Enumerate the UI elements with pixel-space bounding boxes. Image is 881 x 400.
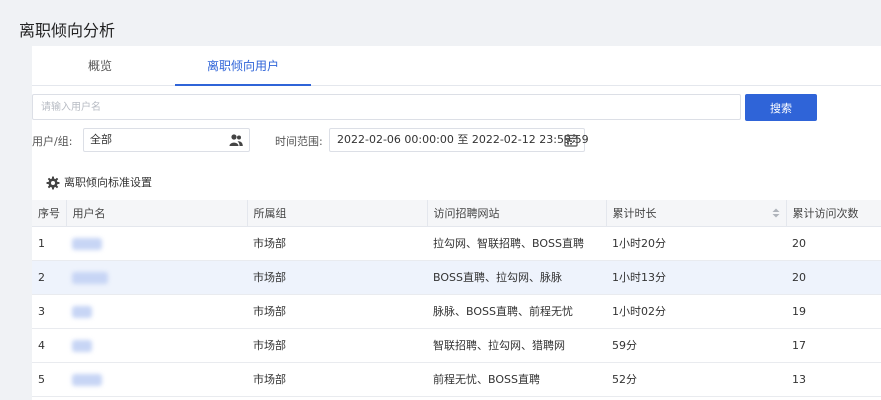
table-row[interactable]: 2 市场部 BOSS直聘、拉勾网、脉脉 1小时13分 20 [32,260,881,295]
cell-sites: 拉勾网、智联招聘、BOSS直聘 [427,226,606,261]
tab-overview[interactable]: 概览 [32,46,168,86]
search-input[interactable] [32,94,741,120]
redacted-username [72,373,102,386]
column-header-username: 用户名 [66,200,248,227]
cell-index: 1 [32,226,66,261]
cell-username [66,226,247,261]
cell-sites: 前程无忧、BOSS直聘 [427,362,606,397]
table-row[interactable]: 4 市场部 智联招聘、拉勾网、猎聘网 59分 17 [32,328,881,363]
sort-icon[interactable] [772,208,780,218]
table-header-row: 序号 用户名 所属组 访问招聘网站 累计时长 累计访问次数 [32,200,881,227]
cell-sites: 智联招聘、拉勾网、猎聘网 [427,328,606,363]
column-header-index: 序号 [32,200,67,227]
user-group-icon [229,134,243,146]
cell-index: 3 [32,294,66,329]
tab-bar: 概览 离职倾向用户 [32,46,881,86]
cell-sites: BOSS直聘、拉勾网、脉脉 [427,260,606,295]
cell-duration: 1小时13分 [606,260,786,295]
cell-group: 市场部 [247,294,427,329]
cell-visits: 20 [786,260,881,295]
column-header-visits: 累计访问次数 [786,200,881,227]
column-header-group: 所属组 [247,200,428,227]
date-range-picker[interactable]: 2022-02-06 00:00:00 至 2022-02-12 23:59:5… [329,128,589,152]
main-panel: 概览 离职倾向用户 搜索 用户/组: 全部 时间范围: 2022-02-06 0… [32,46,881,400]
cell-username [66,260,247,295]
cell-visits: 19 [786,294,881,329]
settings-link-label: 离职倾向标准设置 [64,176,152,189]
time-range-label: 时间范围: [275,135,323,148]
cell-index: 5 [32,362,66,397]
cell-username [66,294,247,329]
cell-sites: 脉脉、BOSS直聘、前程无忧 [427,294,606,329]
redacted-username [72,237,102,250]
cell-index: 2 [32,260,66,295]
cell-visits: 17 [786,328,881,363]
calendar-icon [564,134,578,147]
resign-users-table: 序号 用户名 所属组 访问招聘网站 累计时长 累计访问次数 1 市场部 拉勾网、… [32,200,881,397]
cell-username [66,328,247,363]
cell-username [66,362,247,397]
redacted-username [72,305,92,318]
cell-group: 市场部 [247,362,427,397]
search-button[interactable]: 搜索 [745,94,817,121]
column-header-sites: 访问招聘网站 [427,200,607,227]
table-row[interactable]: 1 市场部 拉勾网、智联招聘、BOSS直聘 1小时20分 20 [32,226,881,261]
column-header-duration-label: 累计时长 [612,206,657,220]
gear-icon [46,176,60,190]
cell-index: 4 [32,328,66,363]
cell-group: 市场部 [247,226,427,261]
redacted-username [72,339,92,352]
cell-group: 市场部 [247,328,427,363]
resign-standard-settings-link[interactable]: 离职倾向标准设置 [46,174,152,192]
group-select-value: 全部 [90,133,112,146]
cell-visits: 13 [786,362,881,397]
group-select[interactable]: 全部 [83,128,250,152]
cell-group: 市场部 [247,260,427,295]
table-row[interactable]: 5 市场部 前程无忧、BOSS直聘 52分 13 [32,362,881,397]
cell-duration: 59分 [606,328,786,363]
page-title: 离职倾向分析 [19,21,116,40]
tab-resign-users[interactable]: 离职倾向用户 [175,46,311,86]
column-header-duration[interactable]: 累计时长 [606,200,787,227]
date-range-value: 2022-02-06 00:00:00 至 2022-02-12 23:59:5… [337,133,589,146]
redacted-username [72,271,108,284]
cell-duration: 1小时02分 [606,294,786,329]
table-row[interactable]: 3 市场部 脉脉、BOSS直聘、前程无忧 1小时02分 19 [32,294,881,329]
cell-visits: 20 [786,226,881,261]
cell-duration: 52分 [606,362,786,397]
group-filter-label: 用户/组: [32,135,73,148]
cell-duration: 1小时20分 [606,226,786,261]
